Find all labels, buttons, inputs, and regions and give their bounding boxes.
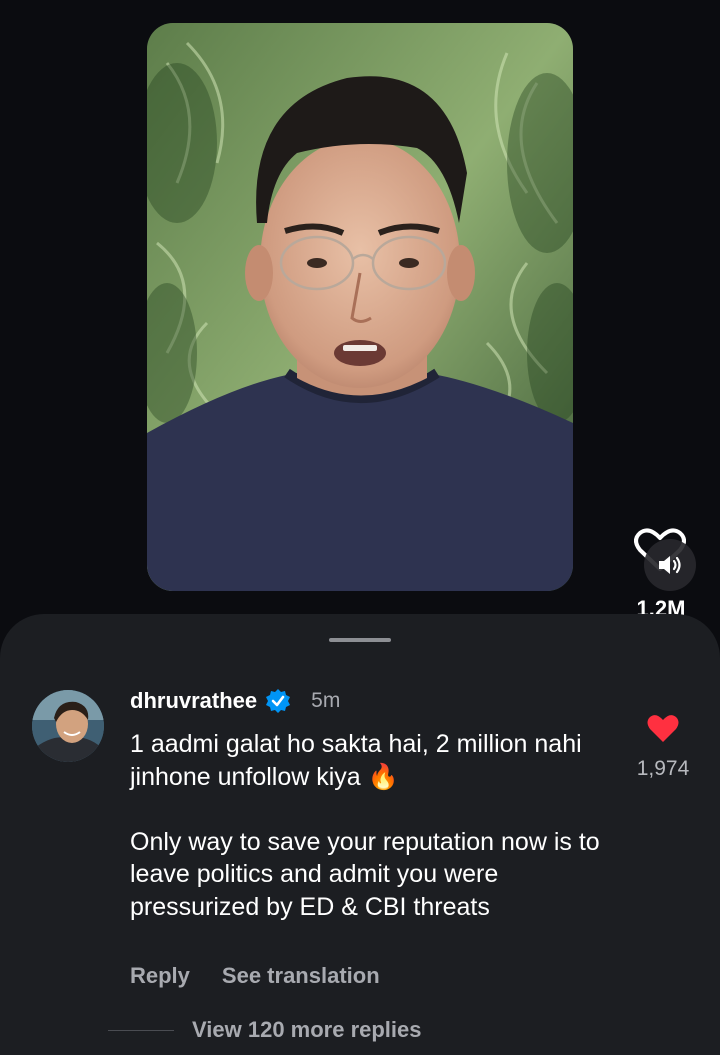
volume-button[interactable] — [644, 539, 696, 591]
avatar[interactable] — [32, 690, 104, 762]
verified-badge-icon — [266, 689, 291, 713]
video-frame — [147, 23, 573, 591]
comments-sheet: dhruvrathee 5m 1 aadmi galat ho sakta ha… — [0, 614, 720, 1055]
comment-like-control[interactable]: 1,974 — [630, 714, 696, 781]
comment-like-count: 1,974 — [636, 757, 690, 780]
comment-header: dhruvrathee 5m — [130, 686, 340, 716]
comment-line-1: 1 aadmi galat ho sakta hai, 2 million na… — [130, 730, 582, 791]
comment-username[interactable]: dhruvrathee — [130, 688, 257, 714]
comment-timestamp: 5m — [311, 689, 341, 712]
reel-video[interactable] — [147, 23, 573, 591]
sheet-drag-handle[interactable] — [329, 638, 391, 642]
replies-divider — [108, 1029, 174, 1031]
comment-line-2: Only way to save your reputation now is … — [130, 827, 600, 921]
view-more-replies-label[interactable]: View 120 more replies — [192, 1017, 422, 1043]
screen: 1.2M dhruvrathee 5m 1 aadmi galat ho sak… — [0, 0, 720, 1055]
view-more-replies[interactable]: View 120 more replies — [108, 1017, 422, 1043]
comment-actions: Reply See translation — [130, 963, 380, 989]
see-translation-button[interactable]: See translation — [222, 963, 380, 989]
fire-emoji-icon: 🔥 — [367, 762, 399, 791]
avatar-image — [32, 690, 104, 762]
reply-button[interactable]: Reply — [130, 963, 190, 989]
comment-body: 1 aadmi galat ho sakta hai, 2 million na… — [130, 728, 610, 923]
volume-icon — [659, 556, 681, 574]
heart-filled-icon[interactable] — [646, 714, 680, 744]
